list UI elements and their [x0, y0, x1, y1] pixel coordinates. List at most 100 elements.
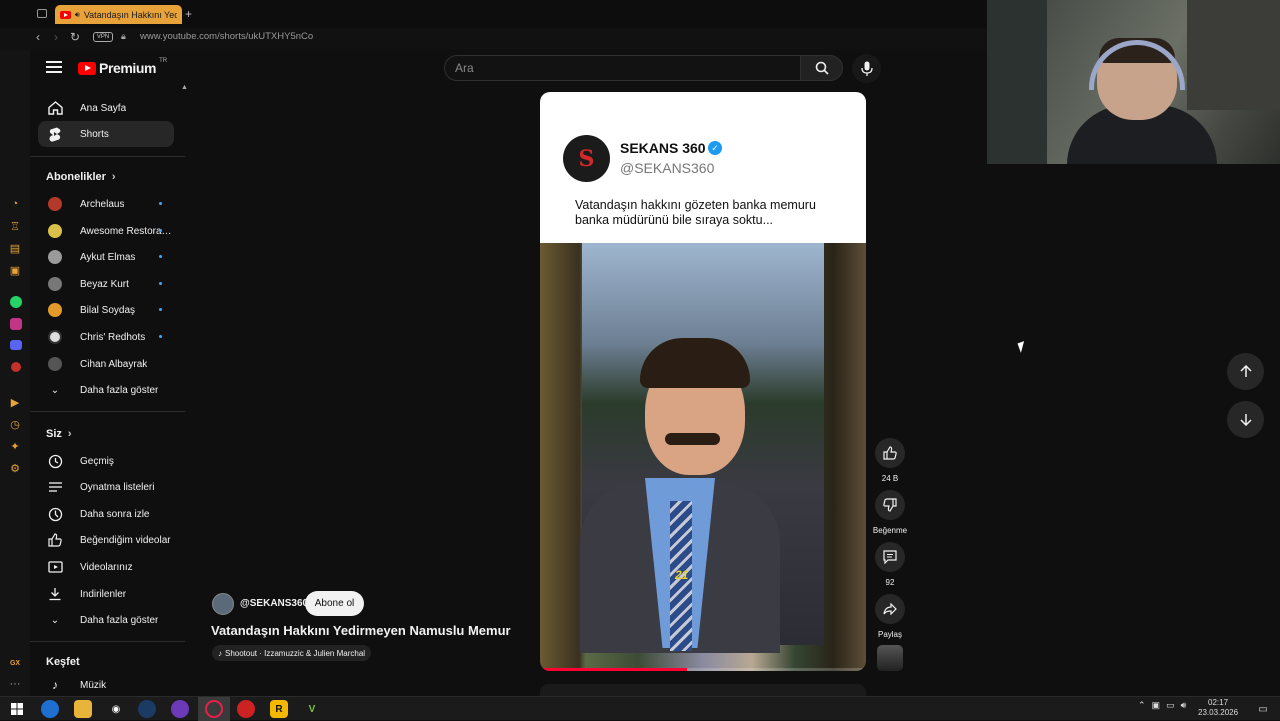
history-side-icon[interactable]: ◷ [8, 417, 22, 431]
chevron-right-icon: › [67, 428, 72, 440]
explore-header-label: Keşfet [46, 656, 80, 668]
sidebar-item-liked-videos[interactable]: Beğendiğim videolar [38, 527, 174, 553]
chrome-like-icon[interactable] [237, 700, 255, 718]
video-card-handle: @SEKANS360 [620, 160, 715, 176]
extensions-icon[interactable]: ✦ [8, 439, 22, 453]
new-content-dot [159, 255, 162, 258]
opera-gx-taskbar-icon[interactable] [205, 700, 223, 718]
speed-dial-icon[interactable]: ◔ [8, 197, 22, 211]
subscription-item[interactable]: Cihan Albayrak [38, 351, 174, 377]
logo-text: Premium [99, 60, 157, 76]
twitch-icon[interactable] [11, 362, 21, 372]
tab-title: Vatandaşın Hakkını Yedirmeyen Namuslu Me… [83, 9, 177, 20]
gx-icon[interactable]: GX [8, 656, 22, 670]
you-header[interactable]: Siz › [46, 428, 72, 440]
short-video-player[interactable]: S SEKANS 360 ✓ @SEKANS360 Vatandaşın hak… [540, 92, 866, 671]
sidebar-item-shorts[interactable]: Shorts [38, 121, 174, 147]
subscription-item[interactable]: Archelaus [38, 191, 174, 217]
sidebar-item-home[interactable]: Ana Sayfa [38, 95, 174, 121]
next-short-preview[interactable] [540, 684, 866, 696]
start-icon[interactable] [8, 700, 26, 718]
channel-avatar[interactable] [212, 593, 234, 615]
search-input[interactable]: Ara [444, 55, 801, 81]
share-action[interactable]: Paylaş [872, 594, 908, 639]
file-explorer-icon[interactable] [74, 700, 92, 718]
sidebar-item-your-videos[interactable]: Videolarınız [38, 554, 174, 580]
search-button[interactable] [800, 55, 843, 81]
like-action[interactable]: 24 B [872, 438, 908, 483]
share-button[interactable] [875, 594, 905, 624]
new-tab-button[interactable]: + [185, 7, 192, 21]
settings-icon[interactable]: ⚙ [8, 461, 22, 475]
tab-islands-icon[interactable] [37, 9, 47, 18]
gx-control-icon[interactable]: ♖ [8, 219, 22, 233]
sidebar-item-label: İndirilenler [80, 588, 127, 600]
speaker-icon[interactable]: 🔊︎ [75, 10, 80, 20]
sidebar-item-playlists[interactable]: Oynatma listeleri [38, 474, 174, 500]
subscription-label: Cihan Albayrak [80, 358, 148, 370]
sidebar-item-downloads[interactable]: İndirilenler [38, 581, 174, 607]
lock-icon[interactable]: 🔒︎ [121, 31, 126, 42]
sidebar-item-watch-later[interactable]: Daha sonra izle [38, 501, 174, 527]
dislike-action[interactable]: Beğenme [872, 490, 908, 535]
menu-icon[interactable] [46, 61, 62, 75]
comment-action[interactable]: 92 [872, 542, 908, 587]
forward-icon[interactable]: › [54, 30, 58, 44]
more-icon[interactable]: ··· [8, 677, 22, 691]
music-label: Shootout · Izzamuzzic & Julien Marchal [225, 648, 366, 658]
avatar [48, 303, 62, 317]
url-text[interactable]: www.youtube.com/shorts/ukUTXHY5nCo [140, 31, 313, 42]
gx-corner-icon[interactable]: ▣ [8, 263, 22, 277]
subscription-item[interactable]: Chris' Redhots [38, 324, 174, 350]
vegas-icon[interactable]: V [303, 700, 321, 718]
subscription-label: Archelaus [80, 198, 125, 210]
subscriptions-header[interactable]: Abonelikler › [46, 171, 116, 183]
voice-search-button[interactable] [852, 54, 881, 83]
discord-taskbar-icon[interactable] [171, 700, 189, 718]
show-more-you[interactable]: ⌄ Daha fazla göster [38, 607, 174, 633]
notifications-icon[interactable]: ▭ [1254, 700, 1272, 718]
sidebar-item-label: Shorts [80, 128, 109, 140]
short-title[interactable]: Vatandaşın Hakkını Yedirmeyen Namuslu Me… [211, 623, 511, 638]
avatar [48, 197, 62, 211]
new-content-dot [159, 282, 162, 285]
subscription-item[interactable]: Aykut Elmas [38, 244, 174, 270]
whatsapp-icon[interactable] [10, 296, 22, 308]
back-icon[interactable]: ‹ [36, 30, 40, 44]
subscription-item[interactable]: Beyaz Kurt [38, 271, 174, 297]
refresh-icon[interactable]: ↻ [70, 30, 80, 44]
video-progress-bar[interactable] [540, 668, 866, 671]
youtube-premium-logo[interactable]: Premium TR [78, 58, 167, 76]
network-icon[interactable]: ▭ [1166, 700, 1175, 711]
gx-cleaner-icon[interactable]: ▤ [8, 241, 22, 255]
steam-helper-icon[interactable]: ◉ [107, 700, 125, 718]
tray-app-icon[interactable]: ▣ [1152, 700, 1161, 711]
next-short-button[interactable] [1227, 401, 1264, 438]
subscription-item[interactable]: Awesome Restorati... [38, 218, 174, 244]
previous-short-button[interactable] [1227, 353, 1264, 390]
show-more-subscriptions[interactable]: ⌄ Daha fazla göster [38, 377, 174, 403]
comments-button[interactable] [875, 542, 905, 572]
edge-icon[interactable] [41, 700, 59, 718]
dislike-button[interactable] [875, 490, 905, 520]
volume-icon[interactable]: 🔊︎ [1181, 700, 1187, 711]
sound-thumbnail[interactable] [877, 645, 903, 671]
music-chip[interactable]: ♪ Shootout · Izzamuzzic & Julien Marchal [212, 645, 372, 661]
subscribe-button[interactable]: Abone ol [305, 591, 364, 616]
sidebar-item-history[interactable]: Geçmiş [38, 448, 174, 474]
rockstar-icon[interactable]: R [270, 700, 288, 718]
discord-icon[interactable] [10, 340, 22, 350]
tray-chevron-icon[interactable]: ⌃ [1138, 700, 1146, 711]
taskbar-clock[interactable]: 02:17 23.03.2026 [1198, 698, 1238, 718]
channel-name[interactable]: @SEKANS360 [240, 598, 308, 609]
player-icon[interactable]: ▶ [8, 395, 22, 409]
tab-active[interactable]: 🔊︎ Vatandaşın Hakkını Yedirmeyen Namuslu… [55, 5, 182, 24]
avatar [48, 330, 62, 344]
share-icon [883, 603, 897, 615]
steam-icon[interactable] [138, 700, 156, 718]
vpn-badge[interactable]: VPN [93, 32, 113, 42]
like-button[interactable] [875, 438, 905, 468]
sidebar-item-music[interactable]: ♪ Müzik [38, 672, 174, 696]
subscription-item[interactable]: Bilal Soydaş [38, 297, 174, 323]
instagram-icon[interactable] [10, 318, 22, 330]
